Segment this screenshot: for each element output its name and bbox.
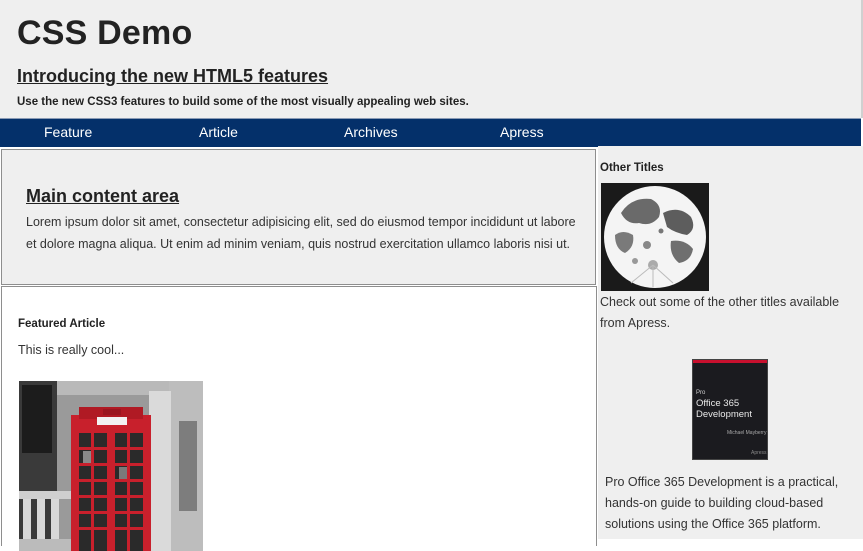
featured-article-section: Featured Article This is really cool...: [1, 286, 597, 551]
nav-link-archives[interactable]: Archives: [344, 124, 398, 140]
sidebar: Other Titles Check out some of the other…: [598, 146, 863, 539]
featured-article-text: This is really cool...: [18, 343, 125, 357]
page-header: CSS Demo Introducing the new HTML5 featu…: [0, 0, 863, 118]
site-subtitle: Introducing the new HTML5 features: [17, 66, 329, 86]
book-title-label: Office 365 Development: [696, 398, 752, 420]
book-publisher-label: Apress: [751, 450, 767, 456]
phone-booth-image: [19, 381, 203, 551]
nav-link-apress[interactable]: Apress: [500, 124, 544, 140]
site-tagline: Use the new CSS3 features to build some …: [17, 96, 469, 108]
book-cover-accent: [693, 360, 767, 363]
main-content-heading: Main content area: [26, 186, 180, 206]
book-author-label: Michael Mayberry: [727, 430, 767, 436]
site-title: CSS Demo: [17, 14, 193, 52]
book-series-label: Pro: [696, 390, 706, 396]
nav-link-article[interactable]: Article: [199, 124, 238, 140]
sidebar-text: Check out some of the other titles avail…: [600, 295, 840, 330]
sidebar-heading: Other Titles: [600, 162, 664, 174]
book-description: Pro Office 365 Development is a practica…: [605, 475, 839, 531]
featured-article-heading: Featured Article: [18, 318, 106, 330]
main-content-section: Main content area Lorem ipsum dolor sit …: [1, 149, 596, 285]
main-content-text: Lorem ipsum dolor sit amet, consectetur …: [26, 215, 576, 251]
nav-link-feature[interactable]: Feature: [44, 124, 92, 140]
nav-bar: Feature Article Archives Apress: [0, 118, 861, 147]
moon-image: [601, 183, 709, 291]
book-cover-image[interactable]: Pro Office 365 Development Michael Maybe…: [692, 359, 768, 460]
